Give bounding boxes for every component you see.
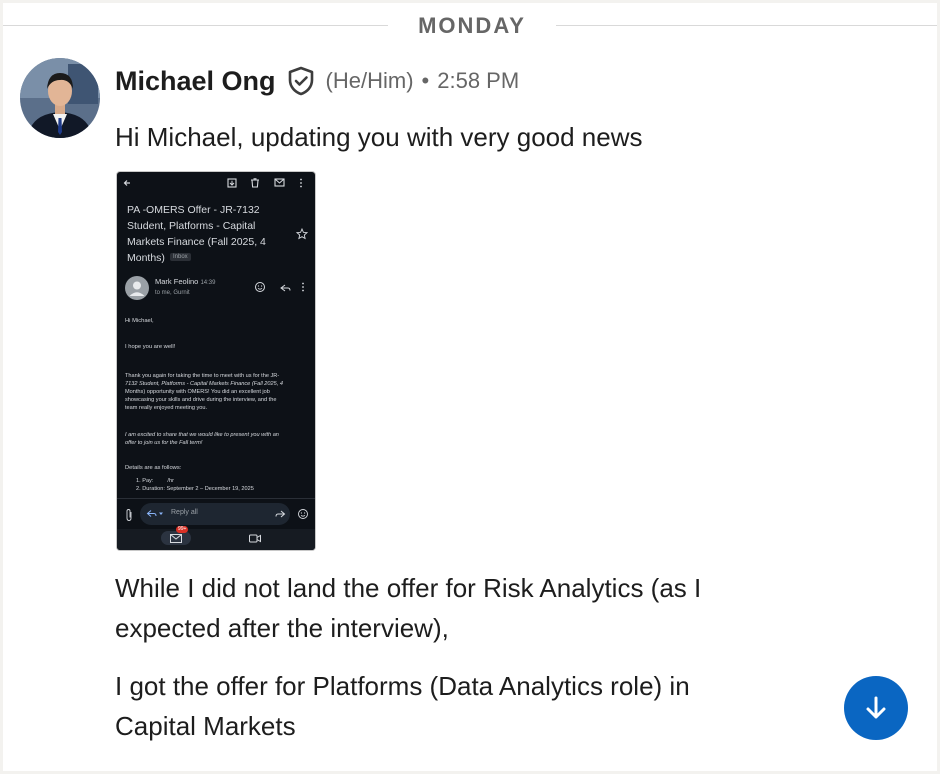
mail-tab[interactable]: 99+ xyxy=(161,526,191,545)
message-text-2-line-1: While I did not land the offer for Risk … xyxy=(115,573,702,603)
email-paragraph-1-line-3: Months) opportunity with OMERS! You did … xyxy=(125,389,270,395)
message-text-3: I got the offer for Platforms (Data Anal… xyxy=(115,666,690,746)
verified-shield-icon xyxy=(286,66,316,96)
email-paragraph-1-line-1: Thank you again for taking the time to m… xyxy=(125,373,280,379)
reply-all-placeholder: Reply all xyxy=(171,509,198,516)
message-timestamp: 2:58 PM xyxy=(437,68,520,93)
email-to-line: to me, Gurnit xyxy=(155,290,190,296)
email-paragraph-1-line-4: showcasing your skills and drive during … xyxy=(125,397,277,403)
divider-line-right xyxy=(556,25,937,26)
scroll-to-bottom-button[interactable] xyxy=(844,676,908,740)
arrow-down-icon xyxy=(866,696,886,719)
message-header: Michael Ong (He/Him) • 2:58 PM xyxy=(115,61,519,101)
forward-icon xyxy=(275,510,286,518)
email-subject-line-2: Student, Platforms - Capital xyxy=(127,220,256,232)
video-icon xyxy=(249,534,261,543)
sender-avatar[interactable] xyxy=(20,58,100,138)
mail-badge: 99+ xyxy=(176,526,189,533)
email-paragraph-2-line-1: I am excited to share that we would like… xyxy=(125,432,279,438)
email-greeting: Hi Michael, xyxy=(125,318,154,324)
date-divider: MONDAY xyxy=(3,3,937,49)
app-bottom-nav: 99+ xyxy=(117,526,315,550)
mail-icon xyxy=(170,534,182,543)
star-icon xyxy=(296,228,308,240)
paperclip-icon xyxy=(126,509,132,521)
email-paragraph-1-line-5: team really enjoyed meeting you. xyxy=(125,405,208,411)
email-subject-line-3: Markets Finance (Fall 2025, 4 xyxy=(127,236,266,248)
separator-dot: • xyxy=(421,68,430,93)
email-paragraph-1-line-2: 7132 Student, Platforms - Capital Market… xyxy=(125,381,283,387)
message-text-3-line-2: Capital Markets xyxy=(115,711,296,741)
reply-all-icon xyxy=(146,510,163,517)
email-line-hope: I hope you are well! xyxy=(125,344,176,350)
message-text-2: While I did not land the offer for Risk … xyxy=(115,568,701,648)
sender-avatar-placeholder-icon xyxy=(125,276,149,300)
date-divider-label: MONDAY xyxy=(418,13,526,38)
email-subject-line-4: Months) xyxy=(127,252,165,264)
messaging-thread: MONDAY Michael Ong (He/Him) • 2:58 PM Hi… xyxy=(3,3,937,771)
email-detail-item-1: 1. Pay: /hr xyxy=(136,478,174,484)
message-text-2-line-2: expected after the interview), xyxy=(115,613,449,643)
divider-line-left xyxy=(3,25,388,26)
reply-all-field[interactable]: Reply all xyxy=(140,503,290,525)
email-subject-line-1: PA -OMERS Offer - JR-7132 xyxy=(127,204,260,216)
message-text-3-line-1: I got the offer for Platforms (Data Anal… xyxy=(115,671,690,701)
email-divider xyxy=(117,498,315,499)
email-paragraph-2-line-2: offer to join us for the Fall term! xyxy=(125,440,203,446)
inbox-tag: Inbox xyxy=(170,253,191,261)
email-detail-item-2: 2. Duration: September 2 – December 19, … xyxy=(136,486,254,492)
sender-name[interactable]: Michael Ong xyxy=(115,66,276,97)
email-from-name: Mark Feolino 14:39 xyxy=(155,277,216,286)
sender-pronouns: (He/Him) xyxy=(325,68,414,93)
message-text-1: Hi Michael, updating you with very good … xyxy=(115,122,643,152)
image-attachment[interactable]: PA -OMERS Offer - JR-7132 Student, Platf… xyxy=(116,171,316,551)
emoji-icon xyxy=(298,509,308,519)
email-details-heading: Details are as follows: xyxy=(125,465,182,471)
email-action-icons xyxy=(255,282,304,292)
email-toolbar-icons xyxy=(123,178,302,188)
